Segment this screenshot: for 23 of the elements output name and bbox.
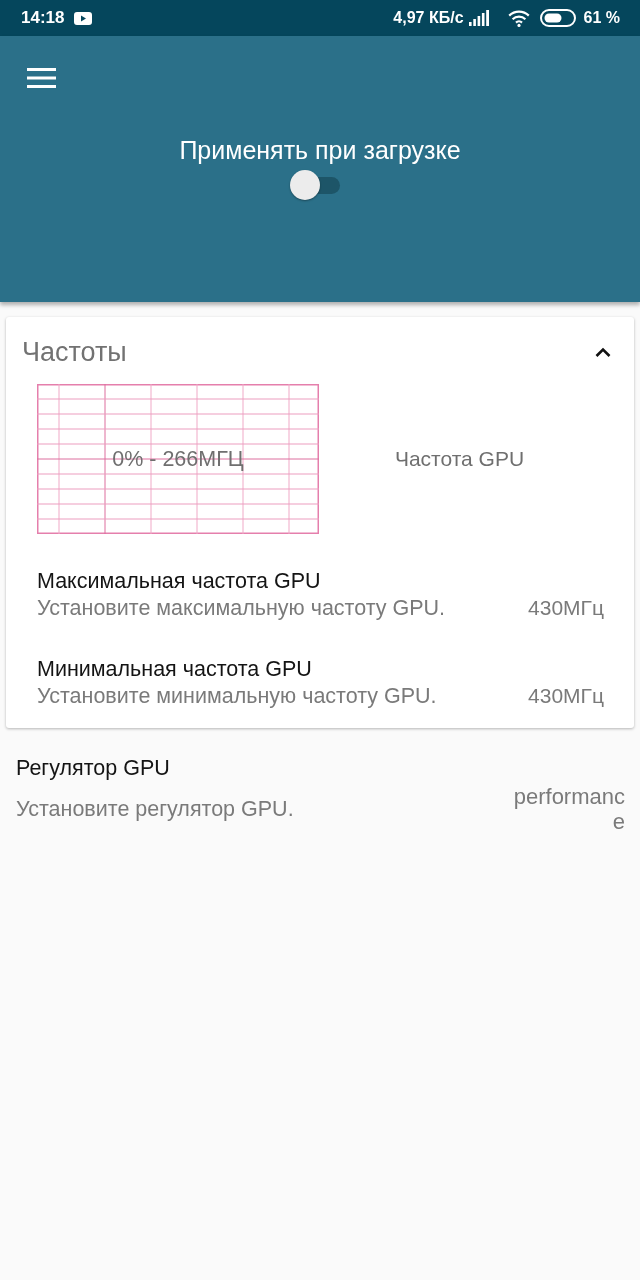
chevron-up-icon[interactable]: [595, 347, 611, 357]
battery-icon: [539, 9, 576, 27]
setting-value: performance: [512, 784, 625, 834]
setting-value: 430МГц: [528, 683, 604, 709]
network-speed: 4,97 КБ/с: [393, 9, 464, 27]
setting-title[interactable]: Регулятор GPU: [16, 755, 170, 781]
setting-title[interactable]: Минимальная частота GPU: [37, 656, 312, 682]
card-title: Частоты: [22, 337, 127, 367]
setting-summary: Установите максимальную частоту GPU.: [37, 595, 446, 622]
wifi-icon: [507, 9, 530, 27]
setting-summary: Установите минимальную частоту GPU.: [37, 683, 437, 710]
setting-summary: Установите регулятор GPU.: [16, 796, 294, 823]
signal-icon: [468, 10, 489, 26]
setting-value: 430МГц: [528, 595, 604, 621]
battery-percent: 61 %: [583, 9, 620, 27]
apply-on-boot-label: Применять при загрузке: [179, 136, 461, 164]
graph-label: Частота GPU: [394, 447, 525, 471]
apply-on-boot-switch[interactable]: [290, 170, 340, 200]
play-icon: [74, 11, 93, 25]
menu-icon[interactable]: [27, 68, 56, 88]
setting-title[interactable]: Максимальная частота GPU: [37, 568, 321, 594]
graph-reading: 0% - 266МГЦ: [112, 446, 244, 472]
status-time: 14:18: [21, 8, 65, 28]
